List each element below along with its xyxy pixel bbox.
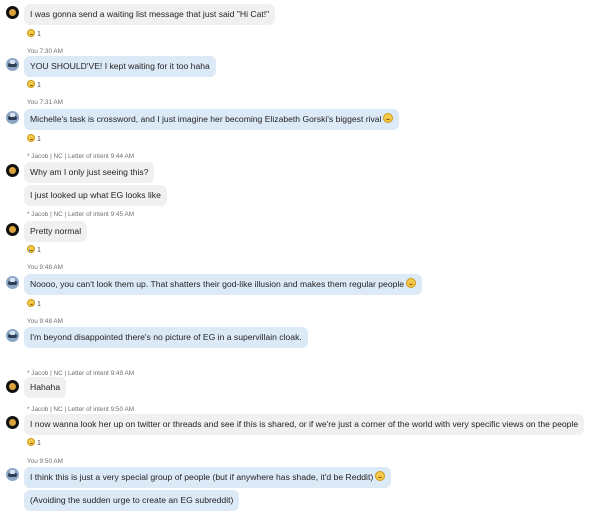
message-meta: You 9:48 AM (27, 318, 64, 325)
reaction-chip[interactable]: 1 (27, 299, 41, 310)
avatar-jacob[interactable] (6, 223, 19, 236)
crying-laughing-emoji-icon (27, 245, 35, 253)
message-text: I think this is just a very special grou… (30, 472, 374, 482)
laughing-emoji-icon (406, 278, 417, 288)
laughing-emoji-icon (27, 29, 35, 37)
message-meta: * Jacob | NC | Letter of intent 9:44 AM (27, 153, 135, 160)
message-bubble[interactable]: I think this is just a very special grou… (24, 467, 392, 488)
reaction-chip[interactable]: 1 (27, 80, 41, 91)
reaction-count: 1 (37, 82, 41, 89)
message-bubble[interactable]: Hahaha (24, 377, 67, 398)
message-meta: You 7:30 AM (27, 48, 64, 55)
laughing-emoji-icon (27, 299, 35, 307)
message-bubble[interactable]: Pretty normal (24, 221, 88, 242)
laughing-emoji-icon (383, 113, 394, 123)
message-bubble[interactable]: I now wanna look her up on twitter or th… (24, 414, 585, 435)
laughing-emoji-icon (27, 80, 35, 88)
message-bubble[interactable]: YOU SHOULD'VE! I kept waiting for it too… (24, 56, 216, 77)
laughing-emoji-icon (375, 471, 386, 481)
message-meta: * Jacob | NC | Letter of intent 9:45 AM (27, 211, 135, 218)
message-text: Noooo, you can't look them up. That shat… (30, 279, 405, 289)
message-meta: * Jacob | NC | Letter of intent 9:50 AM (27, 406, 135, 413)
message-meta: You 9:50 AM (27, 458, 64, 465)
message-bubble[interactable]: (Avoiding the sudden urge to create an E… (24, 490, 240, 511)
avatar-you[interactable] (6, 468, 19, 481)
avatar-jacob[interactable] (6, 6, 19, 19)
avatar-jacob[interactable] (6, 380, 19, 393)
reaction-count: 1 (37, 136, 41, 143)
reaction-count: 1 (37, 31, 41, 38)
avatar-jacob[interactable] (6, 164, 19, 177)
reaction-chip[interactable]: 1 (27, 29, 41, 40)
reaction-chip[interactable]: 1 (27, 245, 41, 256)
reaction-chip[interactable]: 1 (27, 438, 41, 449)
message-meta: You 9:48 AM (27, 264, 64, 271)
avatar-you[interactable] (6, 111, 19, 124)
reaction-count: 1 (37, 301, 41, 308)
message-bubble[interactable]: Noooo, you can't look them up. That shat… (24, 274, 423, 295)
message-bubble[interactable]: I was gonna send a waiting list message … (24, 4, 276, 25)
message-bubble[interactable]: Why am I only just seeing this? (24, 162, 155, 183)
laughing-emoji-icon (27, 438, 35, 446)
message-bubble[interactable]: I'm beyond disappointed there's no pictu… (24, 327, 308, 348)
message-meta: You 7:31 AM (27, 99, 64, 106)
reaction-count: 1 (37, 440, 41, 447)
message-bubble[interactable]: I just looked up what EG looks like (24, 185, 167, 206)
message-bubble[interactable]: Michelle's task is crossword, and I just… (24, 109, 400, 130)
message-text: Michelle's task is crossword, and I just… (30, 114, 382, 124)
avatar-you[interactable] (6, 276, 19, 289)
avatar-jacob[interactable] (6, 416, 19, 429)
laughing-emoji-icon (27, 134, 35, 142)
reaction-count: 1 (37, 247, 41, 254)
avatar-you[interactable] (6, 58, 19, 71)
reaction-chip[interactable]: 1 (27, 134, 41, 145)
avatar-you[interactable] (6, 329, 19, 342)
